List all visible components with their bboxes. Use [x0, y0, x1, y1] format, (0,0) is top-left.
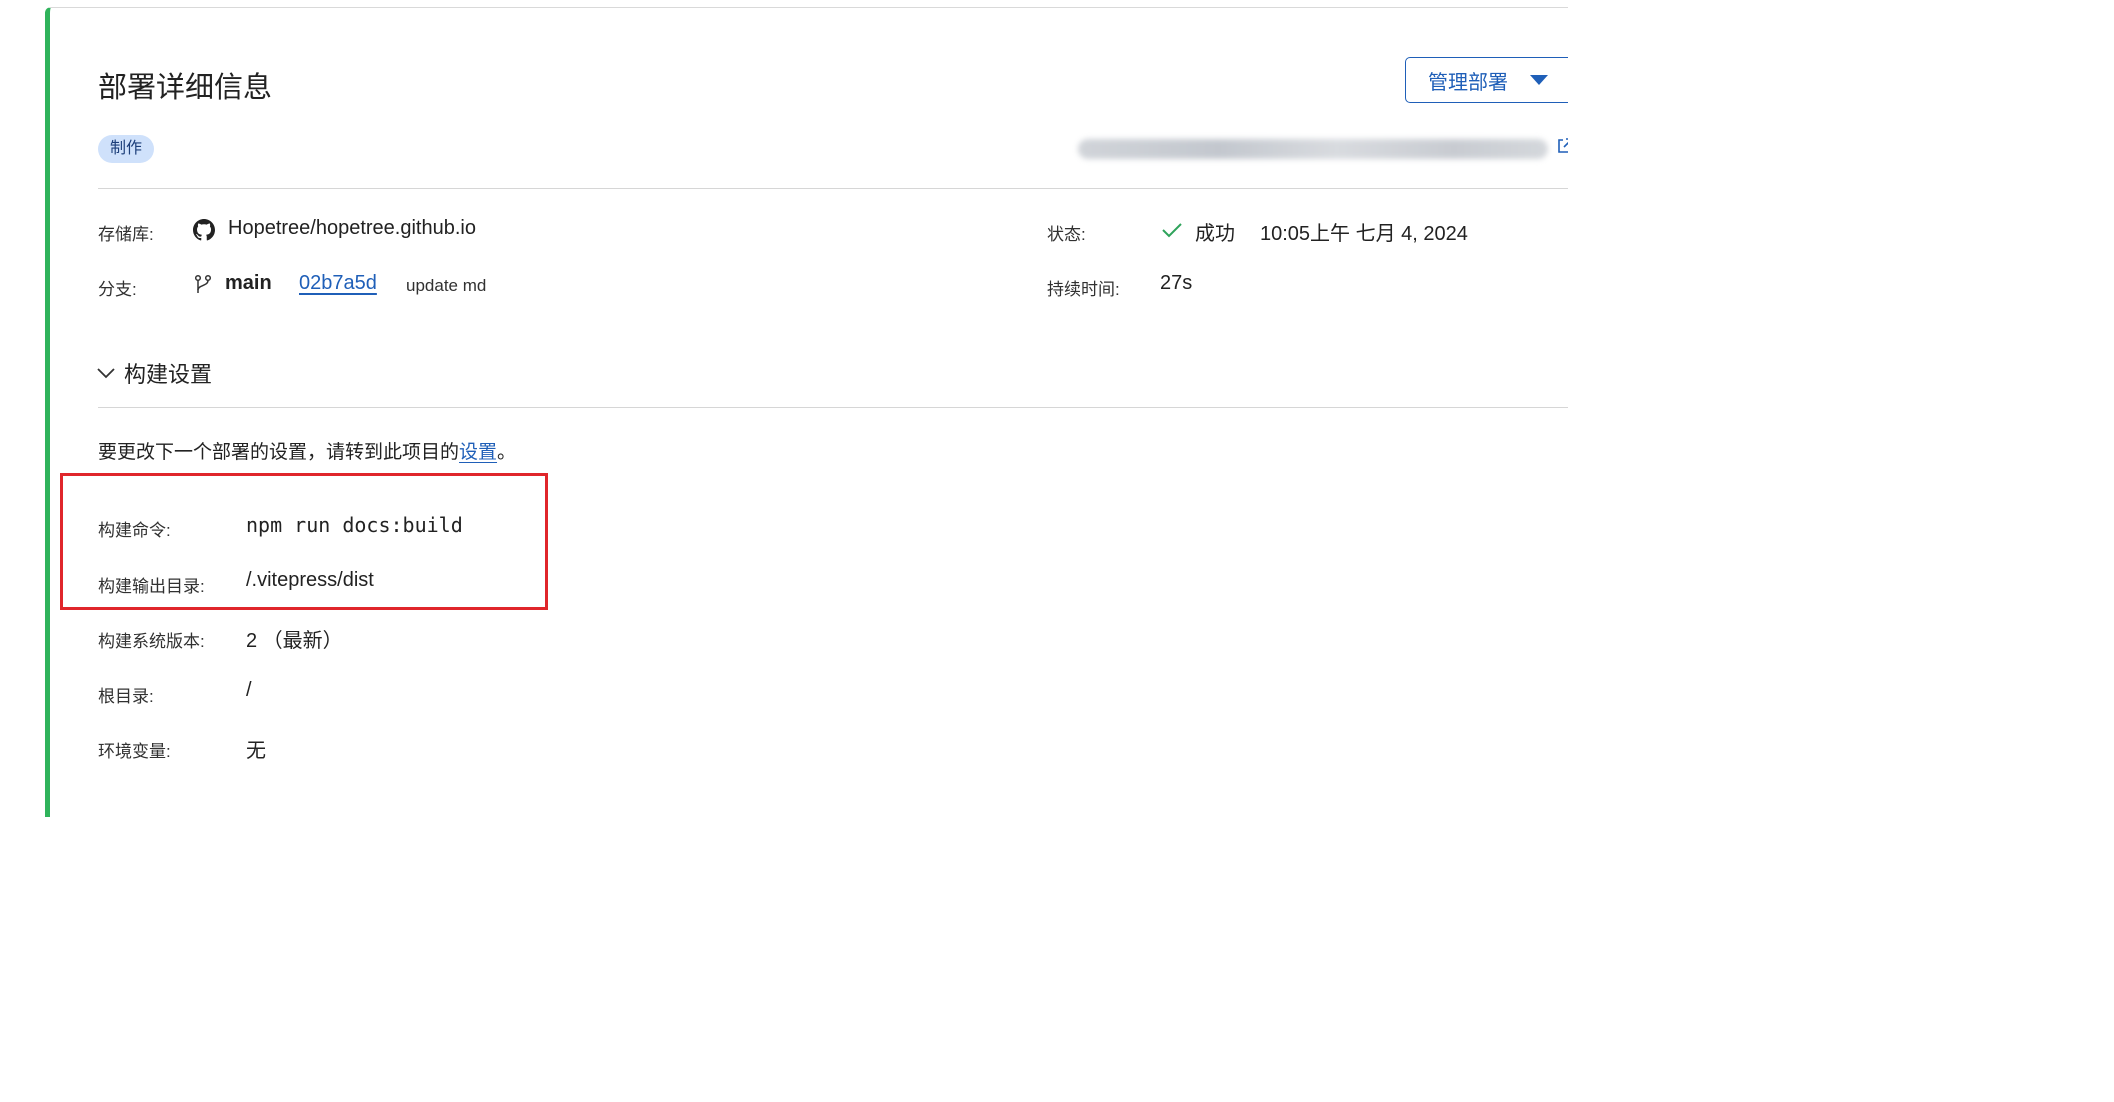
checkmark-icon — [1161, 221, 1183, 239]
build-output-dir-label: 构建输出目录: — [98, 577, 205, 596]
settings-note: 要更改下一个部署的设置，请转到此项目的设置。 — [98, 437, 516, 464]
build-system-version-value: 2 （最新） — [246, 630, 343, 652]
deployment-details-card: 部署详细信息 管理部署 制作 存储库: Hopetree/hopetree.gi… — [45, 7, 1568, 817]
repository-label: 存储库: — [98, 225, 154, 244]
root-dir-value: / — [246, 679, 252, 701]
chevron-down-icon — [96, 366, 116, 380]
repository-value: Hopetree/hopetree.github.io — [228, 217, 476, 239]
header-divider — [98, 188, 1568, 189]
commit-message: update md — [406, 276, 487, 295]
page-title: 部署详细信息 — [98, 72, 273, 104]
caret-down-icon — [1530, 75, 1548, 85]
build-system-version-label: 构建系统版本: — [98, 632, 205, 651]
duration-label: 持续时间: — [1047, 280, 1120, 299]
settings-note-suffix: 。 — [497, 442, 517, 463]
commit-hash-link[interactable]: 02b7a5d — [299, 272, 377, 295]
build-command-label: 构建命令: — [98, 521, 171, 540]
branch-label: 分支: — [98, 280, 137, 299]
external-link-icon[interactable] — [1556, 137, 1568, 157]
build-command-value: npm run docs:build — [246, 513, 463, 537]
build-output-dir-value: /.vitepress/dist — [246, 569, 374, 591]
settings-note-text: 要更改下一个部署的设置，请转到此项目的 — [98, 442, 460, 463]
settings-link[interactable]: 设置 — [459, 442, 497, 463]
root-dir-label: 根目录: — [98, 687, 154, 706]
env-vars-label: 环境变量: — [98, 742, 171, 761]
manage-deployment-label: 管理部署 — [1428, 71, 1508, 94]
status-label: 状态: — [1047, 225, 1086, 244]
environment-badge: 制作 — [98, 135, 155, 163]
status-value: 成功 — [1195, 223, 1235, 245]
branch-name: main — [225, 272, 272, 294]
build-settings-toggle[interactable]: 构建设置 — [96, 357, 212, 389]
page: 部署详细信息 管理部署 制作 存储库: Hopetree/hopetree.gi… — [0, 0, 1568, 817]
github-icon — [193, 219, 215, 241]
build-settings-divider — [98, 407, 1568, 408]
env-vars-value: 无 — [246, 740, 266, 762]
manage-deployment-button[interactable]: 管理部署 — [1405, 57, 1568, 103]
build-settings-title: 构建设置 — [124, 362, 213, 387]
git-branch-icon — [193, 274, 213, 296]
duration-value: 27s — [1160, 272, 1193, 294]
deployment-url-link[interactable] — [1078, 139, 1548, 159]
status-timestamp: 10:05上午 七月 4, 2024 — [1260, 223, 1468, 245]
